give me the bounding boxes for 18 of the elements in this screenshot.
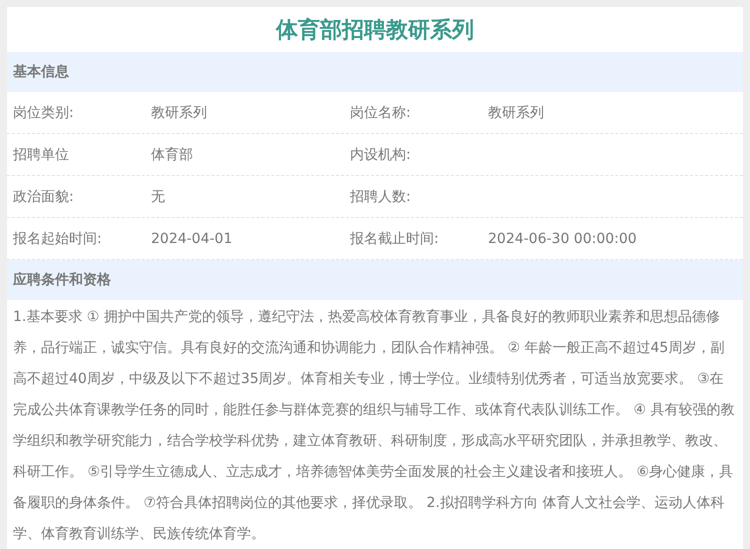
- field-label: 岗位名称:: [350, 104, 412, 122]
- field-value: 2024-06-30 00:00:00: [488, 230, 637, 246]
- field-label: 招聘单位: [13, 146, 70, 164]
- field-label: 报名起始时间:: [13, 230, 103, 248]
- field-value: 教研系列: [151, 104, 207, 120]
- field-label: 政治面貌:: [13, 188, 75, 206]
- field-label: 岗位类别:: [13, 104, 75, 122]
- section-header: 应聘条件和资格: [7, 260, 743, 300]
- field-value: 教研系列: [488, 104, 544, 120]
- field-value: 2024-04-01: [151, 230, 232, 246]
- section-header: 基本信息: [7, 52, 743, 92]
- page-title: 体育部招聘教研系列: [274, 16, 475, 44]
- field-label: 内设机构:: [350, 146, 412, 164]
- field-value: 无: [151, 188, 165, 204]
- requirements-paragraph: 1.基本要求 ① 拥护中国共产党的领导，遵纪守法，热爱高校体育教育事业，具备良好的教师职业素养和思想品德修养，品行端正，诚实守信。具有良好的交流沟通和协调能力，团队合作精神强。 ② 年龄一般正高不超过45周岁，副高不超过40周岁，中级及以下不超过35周岁。体育相关专业，博士学位。业绩特别优秀者，可适当放宽要求。 ③在完成公共体育课教学任务的同时，能胜任参与群体竞赛的组织与辅导工作、或体育代表队训练工作。 ④ 具有较强的教学组织和教学研究能力，结合学校学科优势，建立体育教研、科研制度，形成高水平研究团队，并承担教学、教改、科研工作。 ⑤引导学生立德成人、立志成才，培养德智体美劳全面发展的社会主义建设者和接班人。 ⑥身心健康，具备履职的身体条件。 ⑦符合具体招聘岗位的其他要求，择优录取。 2.拟招聘学科方向 体育人文社会学、运动人体科学、体育教育训练学、民族传统体育学。: [12, 308, 736, 544]
- field-value: 体育部: [151, 146, 193, 162]
- field-label: 招聘人数:: [350, 188, 412, 206]
- field-label: 报名截止时间:: [350, 230, 440, 248]
